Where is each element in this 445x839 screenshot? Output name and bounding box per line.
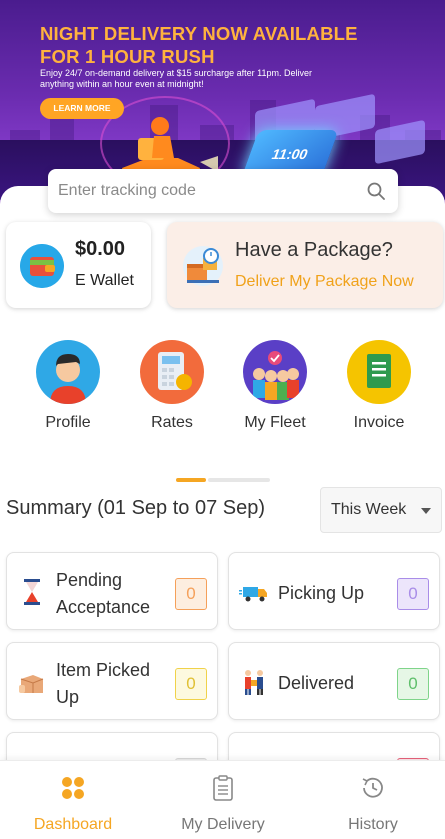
package-clock-icon: [183, 246, 223, 286]
calculator-icon[interactable]: [140, 340, 204, 404]
period-select-value: This Week: [331, 501, 407, 518]
shortcut-profile[interactable]: Profile: [23, 340, 113, 432]
learn-more-button[interactable]: LEARN MORE: [40, 98, 124, 119]
delivered-icon: [245, 670, 263, 695]
tracking-search-box[interactable]: [48, 169, 398, 213]
period-select[interactable]: This Week: [320, 487, 442, 533]
shortcut-my-fleet[interactable]: My Fleet: [230, 340, 320, 432]
banner-title: NIGHT DELIVERY NOW AVAILABLE FOR 1 HOUR …: [40, 23, 358, 67]
status-tile-delivered[interactable]: Delivered 0: [228, 642, 440, 720]
status-count: 0: [175, 668, 207, 700]
bottom-navigation: Dashboard My Delivery History: [0, 760, 445, 839]
status-label: Picking Up: [278, 583, 365, 603]
banner-subtitle: Enjoy 24/7 on-demand delivery at $15 sur…: [40, 68, 312, 89]
status-count: 0: [397, 668, 429, 700]
nav-history[interactable]: History: [298, 775, 445, 834]
status-tile-item-picked-up[interactable]: Item Picked Up 0: [6, 642, 218, 720]
status-label-line2: Acceptance: [56, 597, 151, 617]
history-icon: [362, 777, 383, 798]
app-screen: 11:00 NIGHT DELIVERY NOW AVAILABLE FOR 1…: [0, 0, 445, 839]
hourglass-icon: [24, 579, 40, 605]
deliver-package-link[interactable]: Deliver My Package Now: [235, 273, 414, 291]
status-count: 0: [175, 578, 207, 610]
profile-icon[interactable]: [36, 340, 100, 404]
page-indicator-inactive: [208, 478, 270, 482]
wallet-icon: [20, 244, 64, 288]
fleet-icon[interactable]: [243, 340, 307, 404]
clipboard-icon: [213, 775, 233, 801]
status-label-line2: Up: [56, 687, 80, 707]
status-label: Delivered: [278, 673, 355, 693]
nav-label: History: [348, 816, 398, 833]
box-icon: [19, 675, 44, 693]
status-label: Item Picked: [56, 660, 151, 680]
deliver-package-card[interactable]: Have a Package? Deliver My Package Now: [167, 222, 443, 308]
invoice-icon[interactable]: [347, 340, 411, 404]
nav-my-delivery[interactable]: My Delivery: [148, 775, 298, 834]
tracking-code-input[interactable]: [58, 177, 358, 205]
wallet-label: E Wallet: [75, 272, 134, 289]
status-count: 0: [397, 578, 429, 610]
status-label: Pending: [56, 570, 123, 590]
search-icon[interactable]: [366, 181, 386, 201]
status-tile-pending-acceptance[interactable]: Pending Acceptance 0: [6, 552, 218, 630]
dropdown-arrow-icon: [421, 508, 431, 514]
shortcut-label: Profile: [45, 414, 91, 431]
summary-title: Summary (01 Sep to 07 Sep): [6, 497, 266, 519]
truck-icon: [239, 587, 267, 602]
status-tile-picking-up[interactable]: Picking Up 0: [228, 552, 440, 630]
nav-label: Dashboard: [33, 816, 113, 833]
shortcut-invoice[interactable]: Invoice: [334, 340, 424, 432]
nav-dashboard[interactable]: Dashboard: [0, 775, 148, 834]
shortcut-rates[interactable]: Rates: [127, 340, 217, 432]
shortcut-label: My Fleet: [244, 414, 306, 431]
wallet-balance: $0.00: [75, 238, 126, 260]
nav-label: My Delivery: [181, 816, 265, 833]
shortcut-label: Invoice: [353, 414, 405, 431]
shortcut-label: Rates: [151, 414, 193, 431]
e-wallet-card[interactable]: $0.00 E Wallet: [6, 222, 151, 308]
dashboard-icon: [62, 777, 84, 799]
page-indicator: [176, 478, 270, 482]
package-title: Have a Package?: [235, 239, 393, 261]
page-indicator-active: [176, 478, 206, 482]
